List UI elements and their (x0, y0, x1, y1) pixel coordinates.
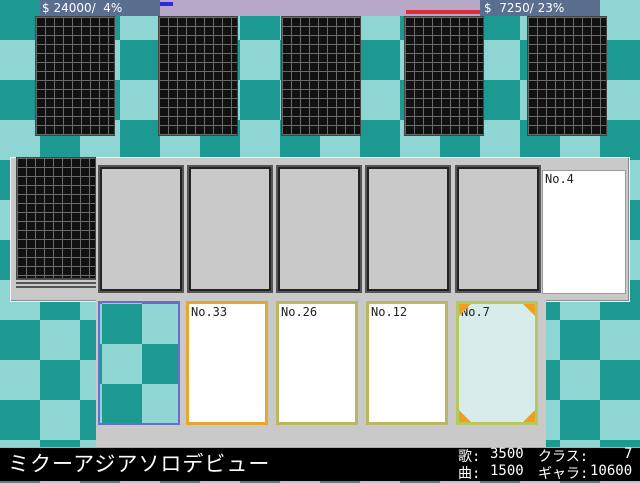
opponent-card (404, 16, 484, 136)
opponent-card (281, 16, 361, 136)
player-meter-fill (160, 2, 173, 6)
class-value: 7 (624, 446, 633, 462)
deck-edge (16, 286, 96, 288)
deck-edge (16, 282, 96, 284)
card-number: No.4 (545, 172, 574, 186)
kyoku-value: 1500 (490, 463, 524, 479)
draw-deck[interactable] (16, 157, 96, 279)
gyara-value: 10600 (590, 463, 633, 479)
hand-card[interactable]: No.26 (276, 301, 358, 425)
field-slot[interactable] (98, 165, 184, 293)
field-slot[interactable] (187, 165, 273, 293)
card-number: No.33 (191, 305, 228, 319)
corner-marker (459, 410, 471, 422)
field-slot[interactable] (276, 165, 362, 293)
score-meter (160, 0, 480, 16)
hand-card[interactable]: No.12 (366, 301, 448, 425)
field-card[interactable]: No.4 (542, 170, 626, 294)
player-money: $ 24000/ 4% (42, 1, 123, 15)
card-number: No.26 (281, 305, 318, 319)
corner-marker (523, 410, 535, 422)
gyara-label: ギャラ: (538, 466, 589, 482)
opponent-card (527, 16, 607, 136)
opponent-card (35, 16, 115, 136)
card-number: No.12 (371, 305, 408, 319)
corner-marker (459, 304, 471, 316)
rival-money: $ 7250/ 23% (484, 1, 565, 15)
hand-card[interactable]: No.33 (186, 301, 268, 425)
field-slot[interactable] (365, 165, 451, 293)
hand-card-empty[interactable] (98, 301, 180, 425)
uta-value: 3500 (490, 446, 524, 462)
kyoku-label: 曲: (458, 466, 481, 482)
song-title: ミクーアジアソロデビュー (8, 452, 271, 476)
corner-marker (523, 304, 535, 316)
field-slot[interactable] (455, 165, 541, 293)
opponent-card (158, 16, 238, 136)
rival-meter-fill (406, 10, 480, 14)
hand-card-selected[interactable]: No.7 (456, 301, 538, 425)
